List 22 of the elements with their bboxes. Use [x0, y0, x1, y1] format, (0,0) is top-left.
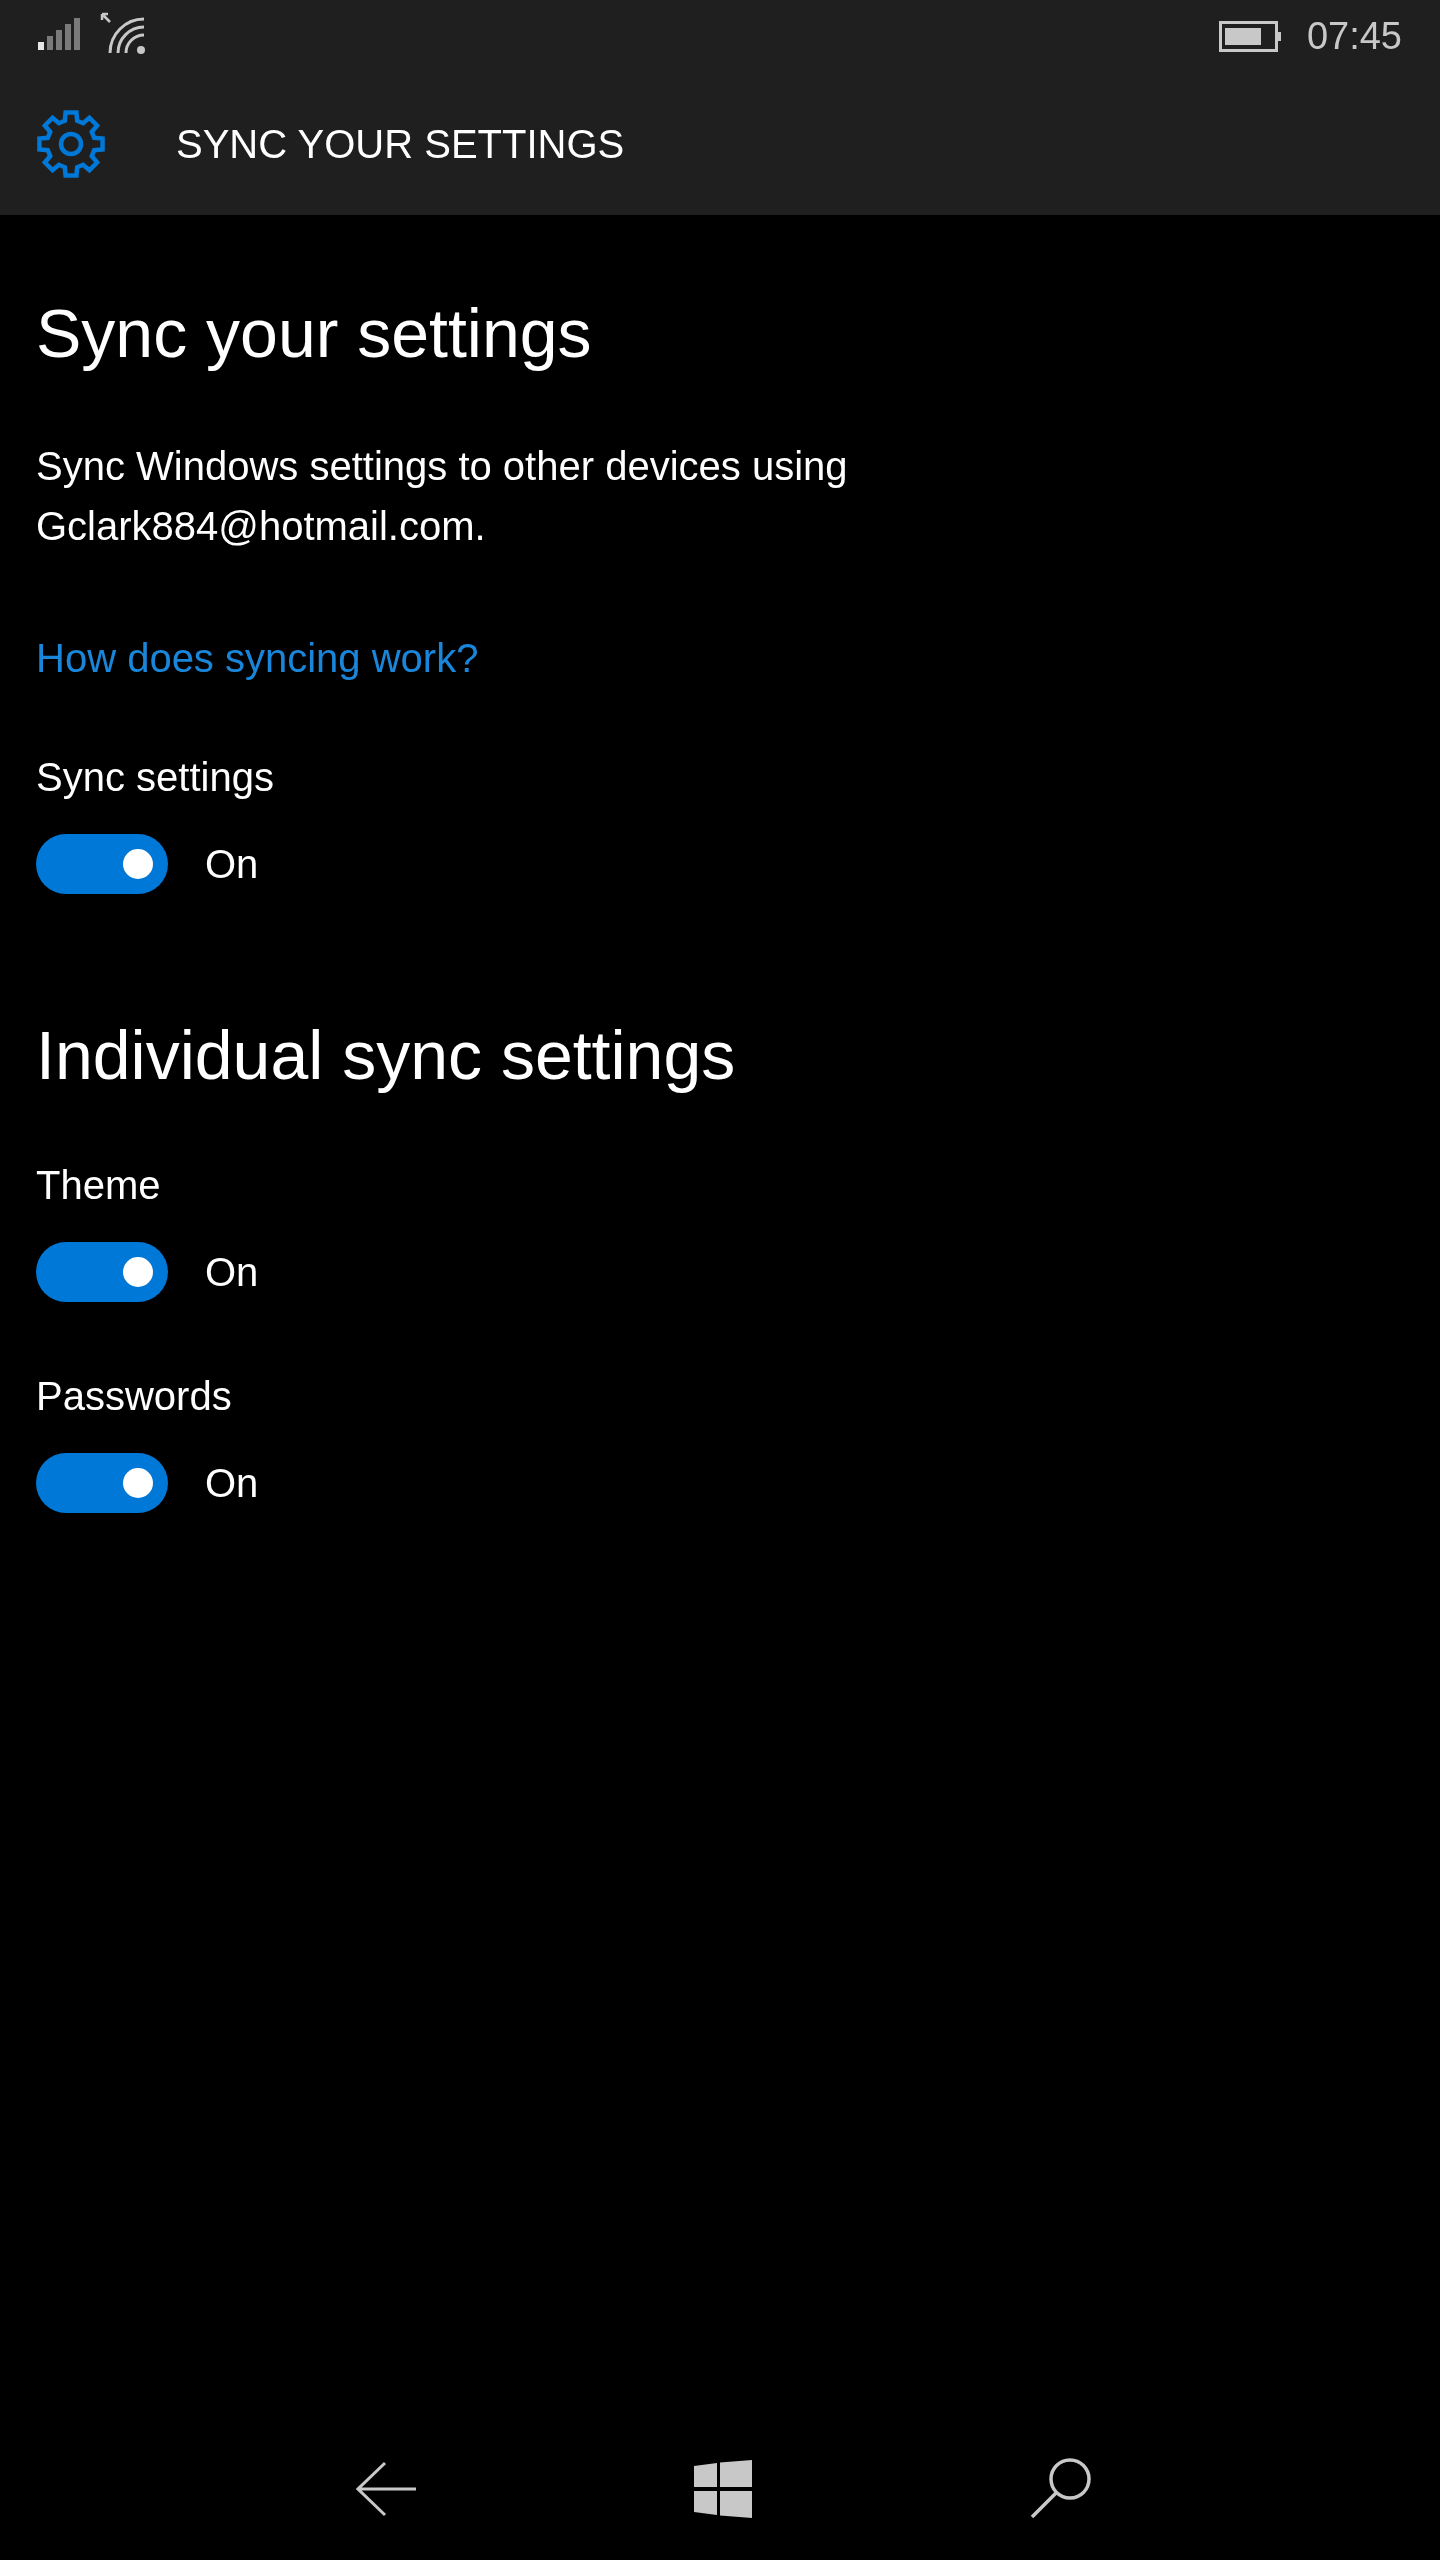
help-link[interactable]: How does syncing work? [36, 628, 479, 688]
toggle-state-text: On [205, 1249, 259, 1296]
setting-label: Passwords [36, 1373, 232, 1420]
page-title: Sync your settings [36, 294, 592, 373]
battery-icon [1218, 20, 1283, 52]
toggle-switch[interactable] [36, 1453, 168, 1513]
back-icon[interactable] [356, 2461, 416, 2517]
settings-icon [35, 107, 107, 180]
windows-logo-icon[interactable] [694, 2460, 752, 2518]
toggle-switch[interactable] [36, 1242, 168, 1302]
wifi-icon [100, 12, 146, 54]
setting-label: Sync settings [36, 754, 274, 801]
toggle-switch[interactable] [36, 834, 168, 894]
status-time: 07:45 [1306, 17, 1402, 55]
toggle-state-text: On [205, 841, 259, 888]
toggle-state-text: On [205, 1460, 259, 1507]
section-title: Individual sync settings [36, 1016, 736, 1095]
signal-icon [38, 18, 82, 50]
description-text: Sync Windows settings to other devices using Gclark884@hotmail.com. [36, 443, 849, 550]
setting-label: Theme [36, 1162, 161, 1209]
search-icon[interactable] [1030, 2458, 1092, 2520]
header-title: SYNC YOUR SETTINGS [176, 123, 625, 164]
